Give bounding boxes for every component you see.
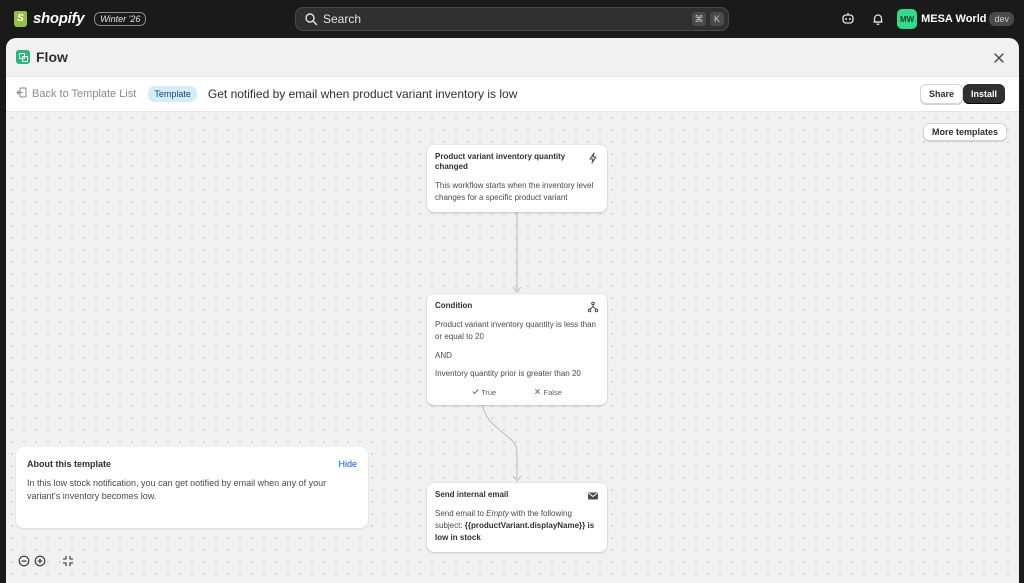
- template-subheader: Back to Template List Template Get notif…: [6, 77, 1019, 112]
- logo-text: shopify: [33, 10, 85, 27]
- condition-and-label: AND: [435, 351, 452, 360]
- zoom-out-icon[interactable]: [16, 553, 32, 569]
- admin-topbar: shopify Winter '26 Search ⌘ K MW MESA Wo…: [0, 0, 1024, 38]
- true-branch-label: True: [481, 388, 497, 397]
- x-icon: [535, 389, 541, 394]
- action-node[interactable]: Send internal email Send email to Empty …: [427, 483, 607, 552]
- trigger-node-description: This workflow starts when the inventory …: [435, 181, 594, 202]
- about-title: About this template: [27, 459, 112, 469]
- search-bar[interactable]: Search ⌘ K: [295, 7, 729, 31]
- lightning-icon: [587, 151, 599, 164]
- fit-view-icon[interactable]: [60, 553, 76, 569]
- false-branch-label: False: [543, 388, 562, 397]
- template-badge: Template: [148, 86, 197, 102]
- workflow-title: Get notified by email when product varia…: [207, 87, 518, 101]
- app-title: Flow: [36, 49, 68, 65]
- action-node-title: Send internal email: [435, 490, 509, 499]
- trigger-node-title: Product variant inventory quantity chang…: [435, 152, 566, 171]
- back-arrow-icon: [16, 87, 27, 101]
- check-icon: [472, 389, 479, 395]
- envelope-icon: [587, 489, 599, 501]
- store-avatar[interactable]: MW: [897, 9, 918, 29]
- condition-node[interactable]: Condition Product variant inventory quan…: [427, 294, 607, 405]
- action-node-description: Send email to Empty with the following s…: [435, 508, 599, 544]
- back-to-template-list-link[interactable]: Back to Template List: [16, 87, 136, 101]
- hide-button[interactable]: Hide: [338, 459, 357, 469]
- condition-node-title: Condition: [435, 301, 473, 310]
- shopify-logo[interactable]: shopify Winter '26: [14, 10, 147, 27]
- condition-line-2: Inventory quantity prior is greater than…: [435, 369, 581, 378]
- shopify-bag-icon: [14, 10, 27, 27]
- store-name[interactable]: MESA World: [921, 13, 986, 25]
- assistant-icon[interactable]: [837, 8, 859, 30]
- shortcut-key-cmd: ⌘: [692, 12, 706, 26]
- zoom-in-icon[interactable]: [32, 553, 48, 569]
- search-input[interactable]: Search: [323, 12, 692, 26]
- true-branch[interactable]: True: [472, 388, 496, 397]
- about-description: In this low stock notification, you can …: [27, 478, 327, 501]
- zoom-controls: [16, 553, 76, 569]
- search-icon: [304, 12, 318, 26]
- app-header: Flow: [6, 38, 1019, 77]
- condition-branches: True False: [435, 388, 599, 397]
- store-dev-badge: dev: [989, 12, 1014, 26]
- install-button[interactable]: Install: [962, 84, 1005, 104]
- about-template-card: About this template Hide In this low sto…: [16, 447, 368, 528]
- action-body-empty: Empty: [486, 509, 509, 518]
- false-branch[interactable]: False: [534, 388, 562, 397]
- shortcut-key-k: K: [710, 12, 724, 26]
- share-button[interactable]: Share: [919, 84, 963, 104]
- branch-icon: [587, 300, 599, 313]
- close-button[interactable]: [991, 50, 1007, 66]
- condition-line-1: Product variant inventory quantity is le…: [435, 320, 596, 341]
- trigger-node[interactable]: Product variant inventory quantity chang…: [427, 145, 607, 212]
- close-icon: [994, 53, 1004, 63]
- flow-app-panel: Flow Back to Template List Template Get …: [6, 38, 1019, 583]
- flow-app-icon: [16, 50, 30, 64]
- action-body-prefix: Send email to: [435, 509, 487, 518]
- back-link-label: Back to Template List: [32, 88, 137, 100]
- workflow-canvas[interactable]: More templates Product variant inventory…: [6, 112, 1019, 583]
- release-badge[interactable]: Winter '26: [94, 11, 147, 26]
- bell-icon[interactable]: [867, 8, 889, 30]
